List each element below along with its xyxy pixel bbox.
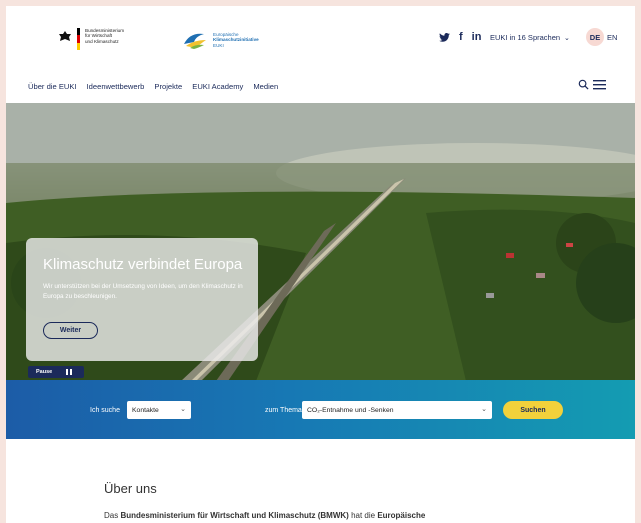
- hero-text: Wir unterstützen bei der Umsetzung von I…: [43, 283, 243, 300]
- chevron-down-icon: ⌄: [180, 406, 186, 413]
- linkedin-icon[interactable]: in: [472, 31, 482, 43]
- page: Bundesministerium für Wirtschaft und Kli…: [6, 6, 635, 523]
- social-links: f in: [439, 31, 481, 43]
- search-submit-button[interactable]: Suchen: [503, 401, 563, 419]
- hero-slider: Klimaschutz verbindet Europa Wir unterst…: [6, 103, 635, 381]
- nav-item-medien[interactable]: Medien: [253, 82, 278, 91]
- lang-en-button[interactable]: EN: [607, 33, 617, 42]
- nav-item-ideenwettbewerb[interactable]: Ideenwettbewerb: [87, 82, 145, 91]
- lang-de-button[interactable]: DE: [586, 28, 604, 46]
- nav-item-ueber-die-euki[interactable]: Über die EUKI: [28, 82, 77, 91]
- nav-icons: [578, 79, 606, 90]
- pause-button[interactable]: Pause: [28, 366, 84, 378]
- euki-name: Europäische Klimaschutzinitiative EUKI: [213, 31, 259, 48]
- german-flag-icon: [77, 28, 80, 50]
- language-switch: DE EN: [586, 28, 617, 46]
- about-text: Das Bundesministerium für Wirtschaft und…: [104, 511, 426, 520]
- ministry-name: Bundesministerium für Wirtschaft und Kli…: [85, 28, 125, 44]
- chevron-down-icon: ⌄: [481, 406, 487, 413]
- about-title: Über uns: [104, 481, 157, 496]
- hero-card: Klimaschutz verbindet Europa Wir unterst…: [26, 238, 258, 361]
- search-type-label: Ich suche: [90, 407, 120, 414]
- search-band: Ich suche Kontakte ⌄ zum Thema CO₂-Entnah…: [6, 380, 635, 439]
- search-type-select[interactable]: Kontakte ⌄: [127, 401, 191, 419]
- nav-item-projekte[interactable]: Projekte: [154, 82, 182, 91]
- hero-weiter-button[interactable]: Weiter: [43, 322, 98, 339]
- search-icon[interactable]: [578, 79, 589, 90]
- chevron-down-icon: ⌄: [564, 35, 570, 42]
- nav-item-euki-academy[interactable]: EUKI Academy: [192, 82, 243, 91]
- eagle-icon: [59, 31, 71, 41]
- hero-title: Klimaschutz verbindet Europa: [43, 256, 243, 273]
- pause-label: Pause: [36, 369, 53, 375]
- bmwk-logo[interactable]: Bundesministerium für Wirtschaft und Kli…: [58, 28, 124, 50]
- main-nav: Über die EUKI Ideenwettbewerb Projekte E…: [28, 82, 288, 91]
- pause-icon: [66, 369, 73, 375]
- euki-logo[interactable]: Europäische Klimaschutzinitiative EUKI: [182, 30, 259, 50]
- twitter-icon[interactable]: [439, 32, 450, 42]
- menu-icon[interactable]: [593, 79, 606, 90]
- facebook-icon[interactable]: f: [459, 31, 463, 43]
- euki-logo-icon: [184, 33, 206, 49]
- header: Bundesministerium für Wirtschaft und Kli…: [6, 6, 635, 76]
- slider-pause[interactable]: Pause: [28, 366, 84, 378]
- languages-dropdown[interactable]: EUKI in 16 Sprachen ⌄: [490, 33, 570, 42]
- search-topic-label: zum Thema: [265, 407, 302, 414]
- search-topic-select[interactable]: CO₂-Entnahme und -Senken ⌄: [302, 401, 492, 419]
